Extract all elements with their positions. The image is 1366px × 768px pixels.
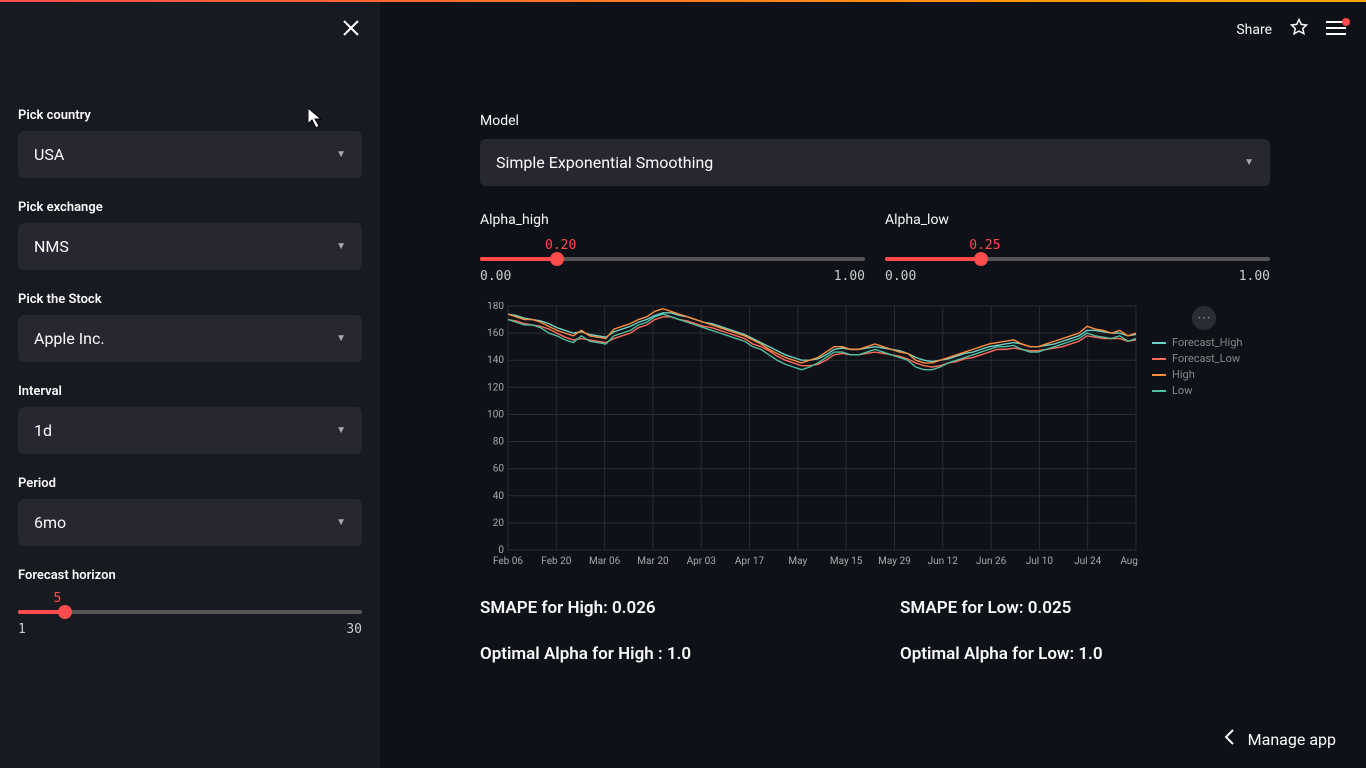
- model-value: Simple Exponential Smoothing: [496, 153, 713, 172]
- forecast-horizon-label: Forecast horizon: [18, 568, 362, 583]
- slider-max: 1.00: [834, 269, 865, 284]
- svg-text:0: 0: [498, 545, 504, 556]
- svg-text:120: 120: [487, 382, 504, 393]
- svg-text:Jun 12: Jun 12: [928, 556, 959, 567]
- chevron-down-icon: ▼: [336, 149, 346, 160]
- alpha-low-label: Alpha_low: [885, 212, 1270, 228]
- chevron-down-icon: ▼: [336, 333, 346, 344]
- interval-value: 1d: [34, 421, 52, 440]
- svg-text:Feb 20: Feb 20: [541, 556, 571, 567]
- forecast-horizon-slider[interactable]: 5 1 30: [18, 591, 362, 637]
- main: Share Model Simple Exponential Smoothing…: [380, 0, 1366, 768]
- stock-select[interactable]: Apple Inc. ▼: [18, 315, 362, 362]
- svg-text:140: 140: [487, 355, 504, 366]
- slider-min: 0.00: [480, 269, 511, 284]
- country-select[interactable]: USA ▼: [18, 131, 362, 178]
- close-sidebar-button[interactable]: [342, 18, 360, 43]
- chart-menu-button[interactable]: ⋯: [1192, 306, 1216, 330]
- period-label: Period: [18, 476, 362, 491]
- smape-low: SMAPE for Low: 0.025: [900, 598, 1300, 618]
- model-label: Model: [480, 113, 1326, 129]
- exchange-label: Pick exchange: [18, 200, 362, 215]
- chevron-down-icon: ▼: [336, 517, 346, 528]
- legend-swatch: [1152, 358, 1166, 360]
- model-select[interactable]: Simple Exponential Smoothing ▼: [480, 139, 1270, 186]
- chevron-left-icon: [1224, 729, 1234, 750]
- slider-max: 1.00: [1239, 269, 1270, 284]
- legend-swatch: [1152, 390, 1166, 392]
- slider-min: 1: [18, 622, 26, 637]
- svg-text:Aug 07: Aug 07: [1120, 556, 1140, 567]
- svg-text:May: May: [788, 556, 807, 567]
- legend-label: High: [1172, 368, 1195, 381]
- period-select[interactable]: 6mo ▼: [18, 499, 362, 546]
- optimal-alpha-low: Optimal Alpha for Low: 1.0: [900, 644, 1300, 664]
- slider-max: 30: [346, 622, 362, 637]
- legend-item-low[interactable]: Low: [1152, 384, 1242, 397]
- svg-text:Jun 26: Jun 26: [976, 556, 1007, 567]
- optimal-alpha-high: Optimal Alpha for High : 1.0: [480, 644, 880, 664]
- sidebar: Pick country USA ▼ Pick exchange NMS ▼ P…: [0, 0, 380, 768]
- chart-svg: 0 20 40 60 80 100 120 140 160 180 Feb 06 Feb 20 Mar …: [480, 302, 1140, 568]
- favorite-button[interactable]: [1290, 18, 1308, 41]
- stock-value: Apple Inc.: [34, 329, 105, 348]
- svg-text:20: 20: [493, 518, 505, 529]
- smape-high: SMAPE for High: 0.026: [480, 598, 880, 618]
- legend-item-high[interactable]: High: [1152, 368, 1242, 381]
- chart-legend: ⋯ Forecast_High Forecast_Low High Low: [1152, 302, 1242, 572]
- slider-value: 0.20: [545, 238, 865, 253]
- alpha-low-slider[interactable]: 0.25 0.00 1.00: [885, 238, 1270, 284]
- svg-text:40: 40: [493, 491, 505, 502]
- legend-label: Forecast_High: [1172, 336, 1242, 349]
- legend-item-forecast_low[interactable]: Forecast_Low: [1152, 352, 1242, 365]
- manage-app-button[interactable]: Manage app: [1224, 729, 1336, 750]
- legend-item-forecast_high[interactable]: Forecast_High: [1152, 336, 1242, 349]
- country-label: Pick country: [18, 108, 362, 123]
- interval-label: Interval: [18, 384, 362, 399]
- legend-label: Low: [1172, 384, 1192, 397]
- svg-text:Apr 03: Apr 03: [687, 556, 716, 567]
- alpha-high-slider[interactable]: 0.20 0.00 1.00: [480, 238, 865, 284]
- stock-label: Pick the Stock: [18, 292, 362, 307]
- svg-text:60: 60: [493, 464, 505, 475]
- menu-button[interactable]: [1326, 20, 1346, 40]
- exchange-value: NMS: [34, 237, 69, 256]
- exchange-select[interactable]: NMS ▼: [18, 223, 362, 270]
- chevron-down-icon: ▼: [336, 241, 346, 252]
- svg-text:Mar 20: Mar 20: [637, 556, 669, 567]
- interval-select[interactable]: 1d ▼: [18, 407, 362, 454]
- forecast-chart: 0 20 40 60 80 100 120 140 160 180 Feb 06 Feb 20 Mar …: [480, 302, 1140, 572]
- loading-bar: [0, 0, 1366, 2]
- svg-text:Mar 06: Mar 06: [589, 556, 621, 567]
- svg-text:100: 100: [487, 409, 504, 420]
- share-button[interactable]: Share: [1236, 22, 1272, 38]
- legend-swatch: [1152, 342, 1166, 344]
- svg-text:May 15: May 15: [830, 556, 863, 567]
- legend-label: Forecast_Low: [1172, 352, 1240, 365]
- notification-dot-icon: [1342, 18, 1350, 26]
- svg-text:Jul 10: Jul 10: [1026, 556, 1054, 567]
- chevron-down-icon: ▼: [1244, 157, 1254, 168]
- slider-value: 0.25: [969, 238, 1270, 253]
- svg-text:80: 80: [493, 437, 505, 448]
- svg-text:160: 160: [487, 328, 504, 339]
- legend-swatch: [1152, 374, 1166, 376]
- slider-value: 5: [53, 591, 362, 606]
- svg-text:Feb 06: Feb 06: [493, 556, 523, 567]
- star-icon: [1290, 18, 1308, 36]
- svg-text:Apr 17: Apr 17: [735, 556, 765, 567]
- svg-text:May 29: May 29: [878, 556, 911, 567]
- header-actions: Share: [1236, 18, 1346, 41]
- close-icon: [342, 19, 360, 37]
- chevron-down-icon: ▼: [336, 425, 346, 436]
- slider-min: 0.00: [885, 269, 916, 284]
- manage-app-label: Manage app: [1248, 730, 1336, 749]
- alpha-high-label: Alpha_high: [480, 212, 865, 228]
- country-value: USA: [34, 145, 64, 164]
- svg-text:180: 180: [487, 302, 504, 312]
- period-value: 6mo: [34, 513, 66, 532]
- svg-text:Jul 24: Jul 24: [1074, 556, 1102, 567]
